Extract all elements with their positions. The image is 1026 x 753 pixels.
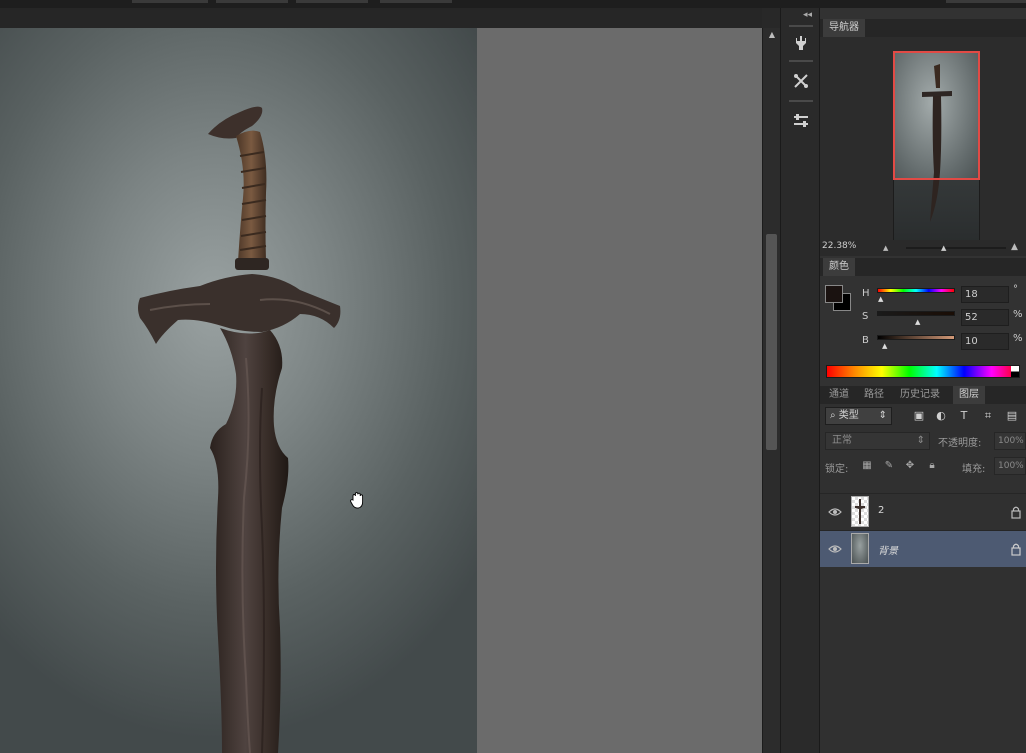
menu-segment	[380, 0, 452, 3]
color-tab-row: 颜色	[820, 258, 1026, 276]
navigator-tab-row: 导航器	[820, 19, 1026, 37]
brightness-label: B	[862, 335, 869, 346]
chevron-updown-icon: ⇕	[916, 435, 925, 446]
menu-segment	[132, 0, 208, 3]
zoom-slider[interactable]	[906, 247, 1006, 249]
layers-tab-row: 通道 路径 历史记录 图层	[820, 386, 1026, 404]
layer-thumbnail	[851, 533, 869, 564]
lock-icon	[1011, 543, 1021, 556]
zoom-level[interactable]: 22.38%	[822, 241, 856, 251]
layer-thumbnail	[851, 496, 869, 527]
zoom-slider-knob[interactable]: ▲	[941, 244, 946, 252]
hue-slider-knob[interactable]: ▲	[878, 295, 883, 303]
hand-cursor-icon	[350, 492, 364, 509]
brush-settings-icon[interactable]	[787, 68, 815, 94]
saturation-input[interactable]: 52	[961, 309, 1009, 326]
lock-all-icon[interactable]: 🔒︎	[925, 459, 939, 473]
lock-position-icon[interactable]: ✥	[903, 459, 917, 473]
eye-icon[interactable]	[828, 505, 842, 519]
double-chevron-left-icon[interactable]: ◂◂	[803, 10, 812, 20]
hue-slider[interactable]	[877, 288, 955, 293]
divider	[789, 60, 813, 62]
search-icon: ⌕	[830, 410, 839, 421]
layer-name[interactable]: 2	[878, 505, 884, 516]
layer-row[interactable]: 2	[820, 493, 1026, 530]
tab-channels[interactable]: 通道	[823, 386, 855, 404]
sword-thumbnail	[855, 499, 865, 524]
menu-segment	[216, 0, 288, 3]
navigator-zoom-row: 22.38% ▲ ▲ ▲	[820, 240, 1026, 256]
eye-icon[interactable]	[828, 542, 842, 556]
smart-object-filter-icon[interactable]: ▤	[1004, 408, 1020, 424]
chevron-updown-icon: ⇕	[878, 410, 887, 421]
lock-pixels-icon[interactable]: ✎	[882, 459, 896, 473]
shape-filter-icon[interactable]: ⌗	[980, 408, 996, 424]
adjustment-filter-icon[interactable]: ◐	[933, 408, 949, 424]
zoom-in-icon[interactable]: ▲	[1011, 242, 1018, 252]
layer-filter-select[interactable]: ⌕ 类型 ⇕	[825, 407, 892, 425]
saturation-slider-knob[interactable]: ▲	[915, 318, 920, 326]
lock-icon	[1011, 506, 1021, 519]
hue-input[interactable]: 18	[961, 286, 1009, 303]
blend-mode-select[interactable]: 正常 ⇕	[825, 432, 930, 450]
right-panels: 导航器 22.38% ▲ ▲ ▲ 颜色 H ▲ 18 ° S ▲ 52 % B …	[820, 8, 1026, 753]
fill-label: 填充:	[962, 464, 986, 475]
navigator-panel	[820, 37, 1026, 249]
tab-color[interactable]: 颜色	[823, 258, 855, 276]
fill-input[interactable]: 100%	[994, 457, 1026, 475]
brightness-slider-knob[interactable]: ▲	[882, 342, 887, 350]
sword-artwork	[138, 106, 341, 753]
saturation-label: S	[862, 311, 869, 322]
hue-unit: °	[1013, 284, 1018, 295]
filter-type-label: 类型	[838, 410, 859, 421]
menu-segment	[296, 0, 368, 3]
document-image[interactable]	[0, 28, 477, 753]
saturation-slider[interactable]	[877, 311, 955, 316]
canvas-area[interactable]	[0, 28, 762, 753]
navigator-view-box[interactable]	[893, 51, 980, 180]
adjustment-sliders-icon[interactable]	[787, 108, 815, 134]
divider	[789, 25, 813, 27]
top-menu-strip	[0, 0, 1026, 8]
tab-paths[interactable]: 路径	[858, 386, 890, 404]
brightness-unit: %	[1013, 333, 1023, 344]
pixel-filter-icon[interactable]: ▣	[911, 408, 927, 424]
scrollbar-thumb[interactable]	[766, 234, 777, 450]
brightness-slider[interactable]	[877, 335, 955, 340]
brightness-input[interactable]: 10	[961, 333, 1009, 350]
divider	[789, 100, 813, 102]
tab-layers[interactable]: 图层	[953, 386, 985, 404]
layers-panel: ⌕ 类型 ⇕ ▣ ◐ T ⌗ ▤ 正常 ⇕ 不透明度: 100% 锁定: ▦ ✎ ✥…	[820, 404, 1026, 753]
tab-navigator[interactable]: 导航器	[823, 19, 865, 37]
saturation-unit: %	[1013, 309, 1023, 320]
lock-label: 锁定:	[825, 464, 849, 475]
color-spectrum-bar[interactable]	[826, 365, 1020, 378]
blend-mode-value: 正常	[832, 435, 852, 446]
zoom-out-icon[interactable]: ▲	[883, 244, 888, 252]
menu-segment	[946, 0, 1026, 3]
type-filter-icon[interactable]: T	[956, 408, 972, 424]
black-white-swatch[interactable]	[1011, 366, 1019, 377]
layer-name[interactable]: 背景	[878, 542, 898, 557]
scroll-up-arrow-icon[interactable]: ▲	[766, 30, 778, 40]
panel-icon-strip: ◂◂	[780, 8, 820, 753]
document-tab-bar	[0, 8, 762, 28]
foreground-color-swatch[interactable]	[825, 285, 843, 303]
opacity-input[interactable]: 100%	[994, 432, 1026, 450]
hue-label: H	[862, 288, 870, 299]
tab-history[interactable]: 历史记录	[894, 386, 946, 404]
canvas-vertical-scrollbar[interactable]: ▲	[762, 28, 780, 753]
opacity-label: 不透明度:	[938, 438, 982, 449]
brush-preset-icon[interactable]	[787, 30, 815, 56]
color-panel: H ▲ 18 ° S ▲ 52 % B ▲ 10 %	[820, 276, 1026, 386]
lock-transparent-icon[interactable]: ▦	[860, 459, 874, 473]
layer-row[interactable]: 背景	[820, 530, 1026, 567]
